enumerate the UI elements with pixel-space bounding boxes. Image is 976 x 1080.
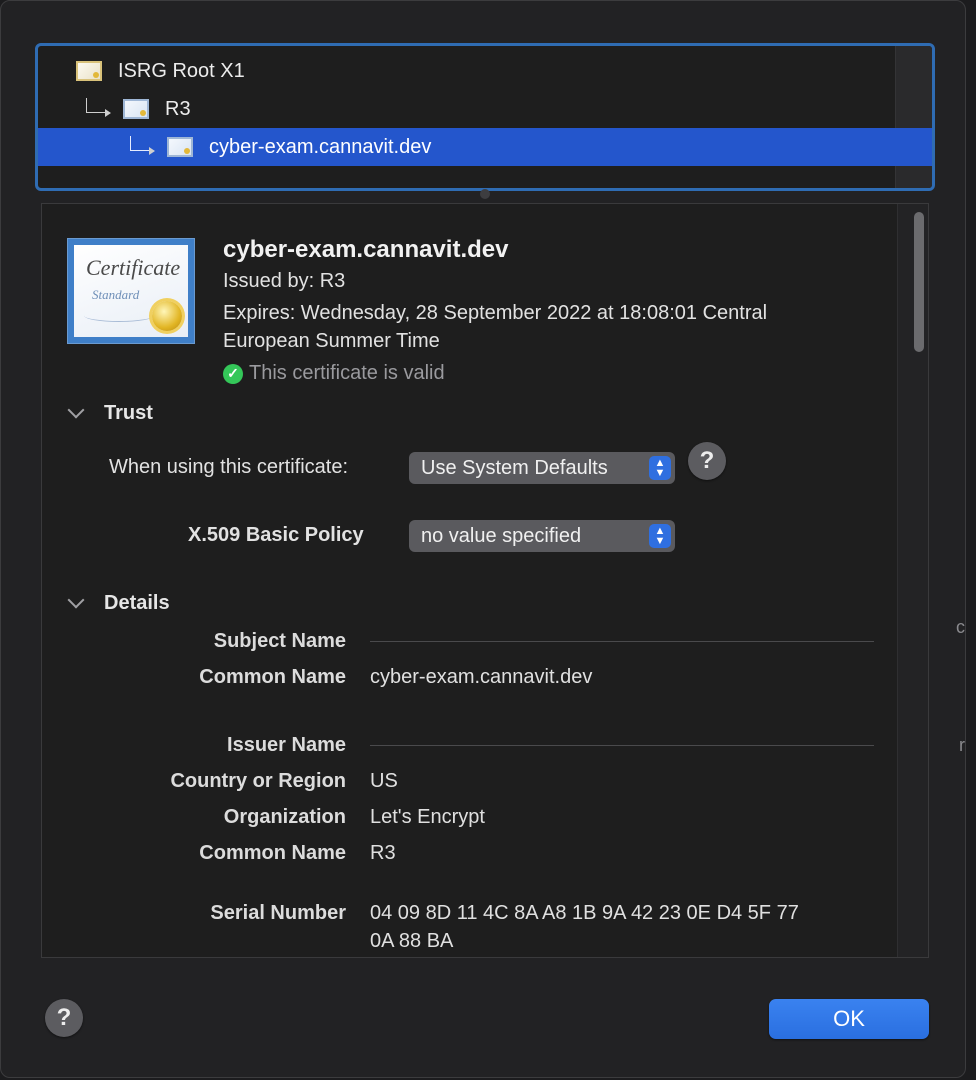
details-section-toggle[interactable]: Details: [67, 591, 170, 615]
split-view-handle[interactable]: [480, 189, 490, 199]
policy-select-value: no value specified: [421, 524, 582, 547]
ok-button-label: OK: [833, 1006, 865, 1031]
background-window-edge: c: [956, 617, 965, 637]
validity-status-text: This certificate is valid: [249, 362, 445, 384]
issued-by-text: Issued by: R3: [223, 270, 346, 292]
certificate-title: cyber-exam.cannavit.dev: [223, 236, 509, 263]
organization-value: Let's Encrypt: [370, 806, 485, 828]
organization-label: Organization: [223, 806, 346, 828]
subject-common-name-value: cyber-exam.cannavit.dev: [370, 666, 593, 688]
country-label: Country or Region: [170, 770, 346, 792]
when-using-select[interactable]: Use System Defaults ▲ ▼: [409, 452, 675, 484]
background-window-edge: r: [959, 735, 965, 755]
serial-number-label: Serial Number: [210, 902, 346, 924]
chain-item-label: ISRG Root X1: [118, 59, 245, 82]
trust-heading: Trust: [104, 402, 153, 424]
question-mark-icon: ?: [699, 447, 715, 474]
certificate-icon: [167, 137, 193, 157]
validity-status: ✓ This certificate is valid: [223, 362, 445, 385]
expires-text-continued: European Summer Time: [223, 330, 440, 352]
trust-help-button[interactable]: ?: [688, 442, 726, 480]
chain-item-cyber-exam[interactable]: cyber-exam.cannavit.dev: [38, 128, 932, 166]
tree-indent-arrow-icon: [130, 135, 155, 155]
issuer-common-name-label: Common Name: [199, 842, 346, 864]
chevron-down-icon: [67, 591, 85, 608]
subject-common-name-label: Common Name: [199, 666, 346, 688]
chevron-down-icon: [67, 401, 85, 418]
divider: [370, 745, 874, 746]
certificate-icon: [123, 99, 149, 119]
issuer-common-name-value: R3: [370, 842, 396, 864]
certificate-detail-panel[interactable]: Certificate Standard cyber-exam.cannavit…: [41, 203, 929, 958]
checkmark-icon: ✓: [223, 363, 243, 384]
certificate-large-icon: Certificate Standard: [67, 238, 195, 344]
divider: [370, 641, 874, 642]
expires-text: Expires: Wednesday, 28 September 2022 at…: [223, 302, 768, 324]
select-arrows-icon: ▲ ▼: [649, 456, 671, 480]
details-heading: Details: [104, 592, 170, 614]
chain-item-label: cyber-exam.cannavit.dev: [209, 135, 432, 158]
when-using-select-value: Use System Defaults: [421, 456, 608, 479]
country-value: US: [370, 770, 398, 792]
certificate-icon-subtitle: Standard: [92, 287, 140, 302]
tree-indent-arrow-icon: [86, 97, 111, 117]
serial-number-value: 04 09 8D 11 4C 8A A8 1B 9A 42 23 0E D4 5…: [370, 902, 799, 924]
chain-item-r3[interactable]: R3: [38, 90, 932, 128]
when-using-label: When using this certificate:: [109, 456, 348, 478]
serial-number-value-continued: 0A 88 BA: [370, 930, 454, 952]
certificate-chain-list[interactable]: ISRG Root X1 R3 cyber-exam.cannavit.dev: [35, 43, 935, 191]
help-button[interactable]: ?: [45, 999, 83, 1037]
certificate-icon-script: Certificate: [86, 255, 181, 280]
issuer-name-label: Issuer Name: [227, 734, 346, 756]
certificate-sheet: c r ISRG Root X1 R3 cyber-exam.cannavit.…: [0, 0, 966, 1078]
subject-name-label: Subject Name: [213, 630, 346, 652]
chain-item-label: R3: [165, 97, 191, 120]
select-arrows-icon: ▲ ▼: [649, 524, 671, 548]
chain-item-isrg-root-x1[interactable]: ISRG Root X1: [38, 52, 932, 90]
question-mark-icon: ?: [56, 1004, 72, 1031]
ok-button[interactable]: OK: [769, 999, 929, 1039]
seal-icon: [152, 301, 182, 331]
detail-scrollbar-thumb[interactable]: [914, 212, 924, 352]
certificate-icon: [76, 61, 102, 81]
policy-label: X.509 Basic Policy: [188, 524, 364, 546]
trust-section-toggle[interactable]: Trust: [67, 401, 153, 425]
policy-select[interactable]: no value specified ▲ ▼: [409, 520, 675, 552]
